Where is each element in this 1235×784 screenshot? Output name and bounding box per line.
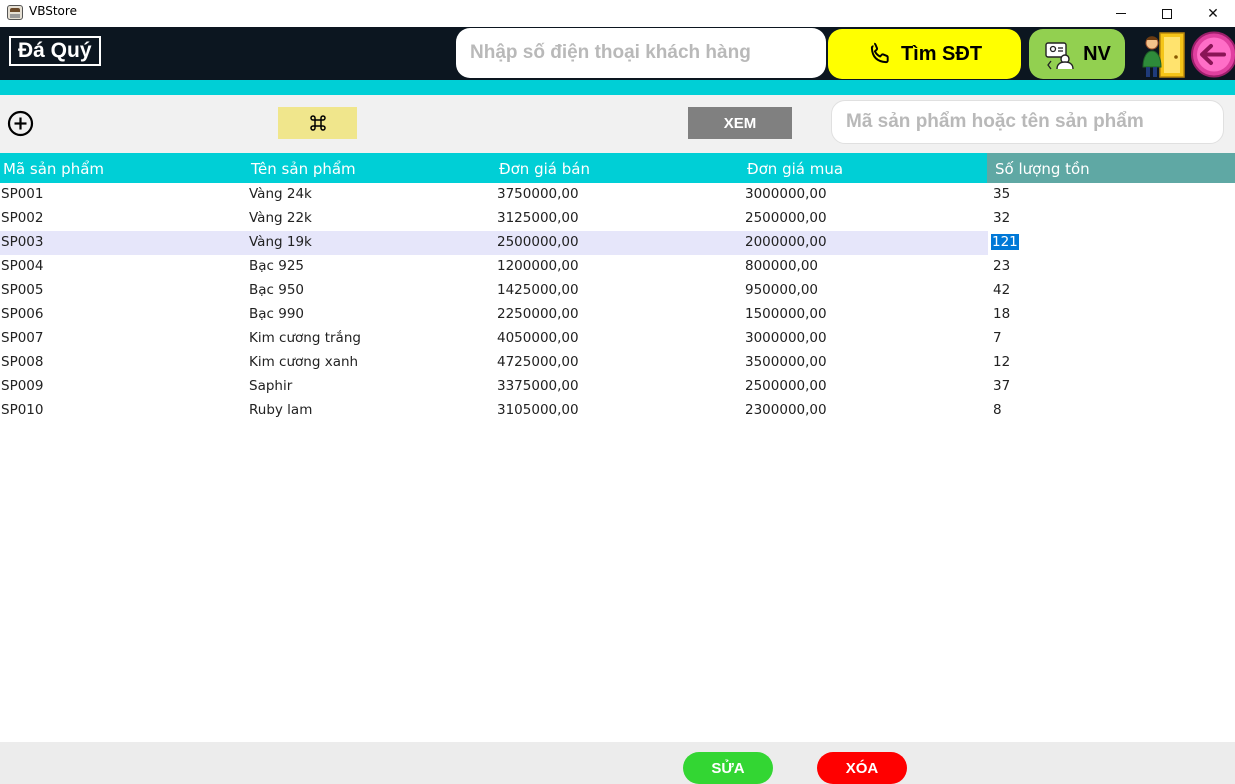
column-header-product-name[interactable]: Tên sản phẩm	[251, 160, 356, 178]
cell-stock-qty: 7	[993, 330, 1002, 346]
cell-sell-price: 3105000,00	[497, 402, 579, 418]
close-icon: ✕	[1207, 5, 1219, 22]
cell-buy-price: 2500000,00	[745, 378, 827, 394]
cell-product-name: Vàng 24k	[249, 186, 312, 202]
phone-icon	[870, 42, 889, 64]
accent-strip	[0, 80, 1235, 95]
cell-product-code: SP007	[1, 330, 44, 346]
maximize-button[interactable]	[1144, 0, 1190, 27]
brand-label: Đá Quý	[9, 36, 101, 66]
cell-sell-price: 4050000,00	[497, 330, 579, 346]
cell-product-name: Saphir	[249, 378, 293, 394]
cell-sell-price: 3125000,00	[497, 210, 579, 226]
selected-row-highlight	[0, 231, 988, 255]
column-header-product-code[interactable]: Mã sản phẩm	[3, 160, 104, 178]
staff-icon	[1045, 42, 1074, 70]
maximize-icon	[1162, 8, 1172, 19]
cell-product-name: Vàng 19k	[249, 234, 312, 250]
exit-door-icon[interactable]	[1138, 27, 1188, 80]
product-search-input[interactable]	[831, 100, 1224, 144]
table-row[interactable]: SP007 Kim cương trắng 4050000,00 3000000…	[0, 327, 1235, 351]
cell-sell-price: 2250000,00	[497, 306, 579, 322]
cell-product-code: SP004	[1, 258, 44, 274]
cell-sell-price: 3375000,00	[497, 378, 579, 394]
cell-stock-qty: 23	[993, 258, 1011, 274]
cell-stock-qty: 12	[993, 354, 1011, 370]
cell-product-name: Bạc 950	[249, 282, 305, 298]
cell-buy-price: 1500000,00	[745, 306, 827, 322]
cell-product-code: SP002	[1, 210, 44, 226]
staff-button[interactable]: NV	[1029, 29, 1125, 79]
phone-search-input[interactable]	[456, 28, 826, 78]
app-window: VBStore ✕ Đá Quý Tìm SĐT NV	[0, 0, 1235, 784]
cell-buy-price: 950000,00	[745, 282, 819, 298]
cell-product-name: Ruby lam	[249, 402, 313, 418]
minimize-icon	[1116, 13, 1126, 14]
add-icon[interactable]	[7, 110, 34, 137]
cell-stock-qty: 18	[993, 306, 1011, 322]
cell-buy-price: 2000000,00	[745, 234, 827, 250]
staff-label: NV	[1083, 42, 1111, 65]
cell-stock-qty: 35	[993, 186, 1011, 202]
cell-sell-price: 4725000,00	[497, 354, 579, 370]
find-phone-label: Tìm SĐT	[900, 42, 983, 65]
cell-stock-qty: 32	[993, 210, 1011, 226]
table-row-selected[interactable]: SP003 Vàng 19k 2500000,00 2000000,00 121	[0, 231, 1235, 255]
cell-product-name: Vàng 22k	[249, 210, 312, 226]
table-row[interactable]: SP008 Kim cương xanh 4725000,00 3500000,…	[0, 351, 1235, 375]
cell-sell-price: 3750000,00	[497, 186, 579, 202]
table-row[interactable]: SP005 Bạc 950 1425000,00 950000,00 42	[0, 279, 1235, 303]
cell-product-code: SP010	[1, 402, 44, 418]
window-title: VBStore	[29, 4, 77, 18]
column-header-stock-qty[interactable]: Số lượng tồn	[995, 160, 1090, 178]
title-bar: VBStore ✕	[0, 0, 1235, 27]
table-row[interactable]: SP006 Bạc 990 2250000,00 1500000,00 18	[0, 303, 1235, 327]
table-row[interactable]: SP002 Vàng 22k 3125000,00 2500000,00 32	[0, 207, 1235, 231]
view-button[interactable]: XEM	[688, 107, 792, 139]
cell-buy-price: 2300000,00	[745, 402, 827, 418]
command-icon	[309, 115, 326, 131]
cell-buy-price: 800000,00	[745, 258, 819, 274]
cell-buy-price: 3500000,00	[745, 354, 827, 370]
minimize-button[interactable]	[1098, 0, 1144, 27]
delete-button[interactable]: XÓA	[817, 752, 907, 784]
cell-stock-qty: 37	[993, 378, 1011, 394]
app-icon	[7, 5, 23, 20]
find-phone-button[interactable]: Tìm SĐT	[828, 29, 1021, 79]
table-row[interactable]: SP010 Ruby lam 3105000,00 2300000,00 8	[0, 399, 1235, 423]
cell-product-code: SP009	[1, 378, 44, 394]
column-header-sell-price[interactable]: Đơn giá bán	[499, 160, 590, 178]
table-header: Mã sản phẩm Tên sản phẩm Đơn giá bán Đơn…	[0, 153, 1235, 183]
command-button[interactable]	[278, 107, 357, 139]
cell-product-code: SP003	[1, 234, 44, 250]
cell-product-name: Bạc 925	[249, 258, 305, 274]
cell-stock-qty: 8	[993, 402, 1002, 418]
table-row[interactable]: SP004 Bạc 925 1200000,00 800000,00 23	[0, 255, 1235, 279]
cell-product-name: Kim cương xanh	[249, 354, 359, 370]
cell-product-code: SP006	[1, 306, 44, 322]
table-row[interactable]: SP001 Vàng 24k 3750000,00 3000000,00 35	[0, 183, 1235, 207]
cell-product-code: SP001	[1, 186, 44, 202]
cell-product-name: Bạc 990	[249, 306, 305, 322]
cell-buy-price: 3000000,00	[745, 330, 827, 346]
cell-product-code: SP008	[1, 354, 44, 370]
cell-sell-price: 1425000,00	[497, 282, 579, 298]
cell-sell-price: 2500000,00	[497, 234, 579, 250]
cell-product-code: SP005	[1, 282, 44, 298]
edit-button[interactable]: SỬA	[683, 752, 773, 784]
cell-product-name: Kim cương trắng	[249, 330, 361, 346]
cell-sell-price: 1200000,00	[497, 258, 579, 274]
cell-stock-qty-selected[interactable]: 121	[991, 234, 1019, 250]
cell-buy-price: 3000000,00	[745, 186, 827, 202]
column-header-buy-price[interactable]: Đơn giá mua	[747, 160, 843, 178]
bottom-action-bar	[0, 742, 1235, 784]
table-row[interactable]: SP009 Saphir 3375000,00 2500000,00 37	[0, 375, 1235, 399]
back-arrow-icon[interactable]	[1188, 31, 1235, 78]
cell-stock-qty: 42	[993, 282, 1011, 298]
close-button[interactable]: ✕	[1190, 0, 1235, 27]
cell-buy-price: 2500000,00	[745, 210, 827, 226]
